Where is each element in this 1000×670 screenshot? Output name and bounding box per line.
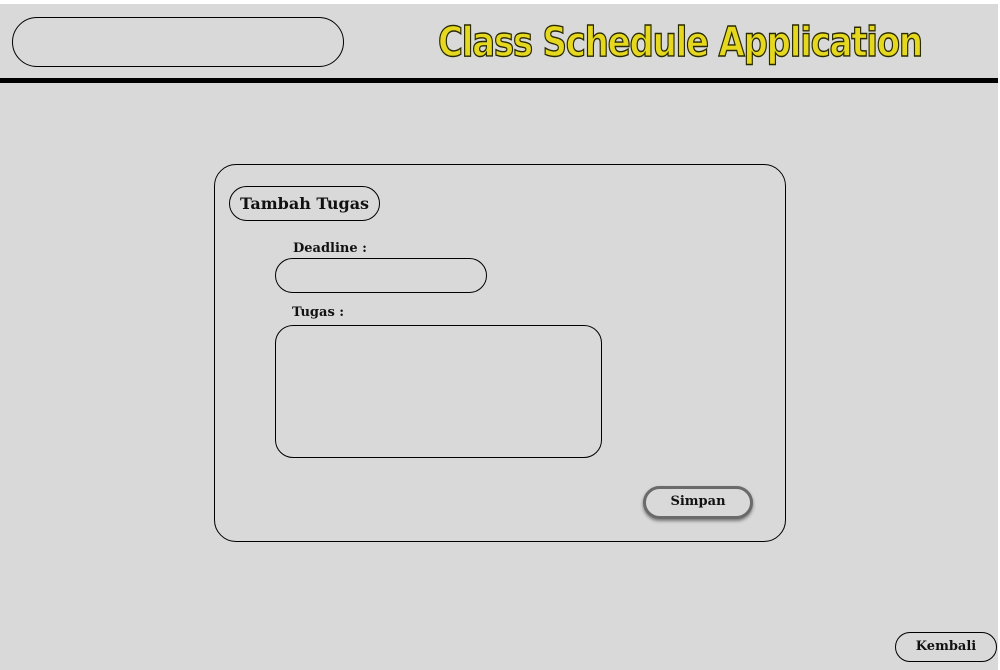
save-button[interactable]: Simpan <box>643 486 753 519</box>
deadline-input[interactable] <box>275 258 487 293</box>
search-box[interactable] <box>12 17 344 67</box>
page: Class Schedule Application Tambah Tugas … <box>0 0 1000 670</box>
tugas-label: Tugas : <box>292 305 345 320</box>
header-bar: Class Schedule Application <box>0 4 998 78</box>
card-title: Tambah Tugas <box>229 186 380 221</box>
tugas-textarea[interactable] <box>275 325 602 458</box>
app-title: Class Schedule Application <box>437 17 923 66</box>
back-button[interactable]: Kembali <box>895 632 997 662</box>
header-divider <box>0 78 998 83</box>
deadline-label: Deadline : <box>293 241 367 256</box>
